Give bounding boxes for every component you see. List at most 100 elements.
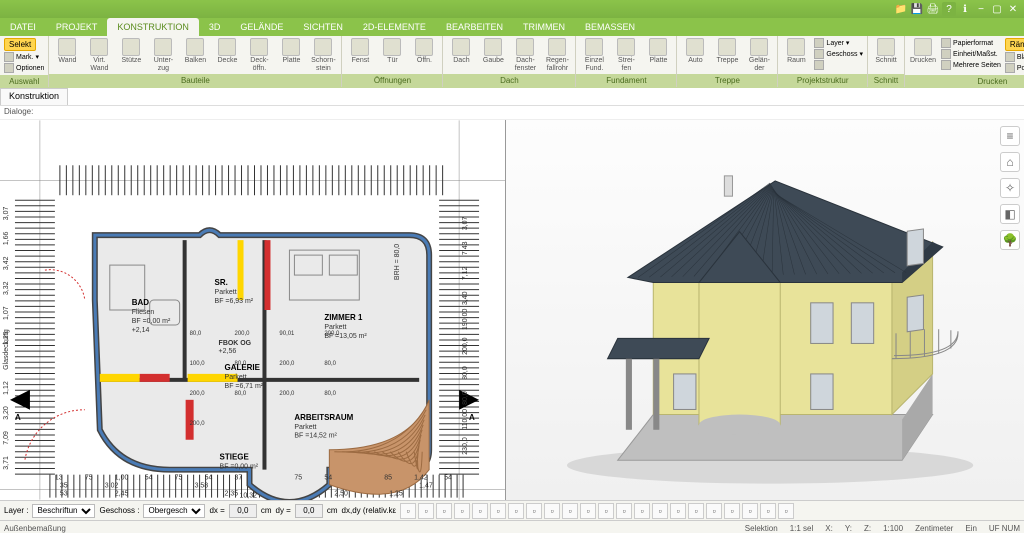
close-icon[interactable]: ✕ [1006, 2, 1020, 16]
ribbon-stack-item[interactable] [814, 60, 863, 70]
ribbon-regen-fallrohr[interactable]: Regen-fallrohr [543, 38, 571, 72]
menu-tab-trimmen[interactable]: TRIMMEN [513, 18, 575, 36]
svg-text:3,20: 3,20 [3, 406, 10, 420]
ribbon-stack-item[interactable]: Pos zurücksetz. [1005, 63, 1024, 73]
minimize-icon[interactable]: − [974, 2, 988, 16]
menu-tab-gelände[interactable]: GELÄNDE [230, 18, 293, 36]
grid3-icon[interactable]: ▫ [706, 503, 722, 519]
dim1-icon[interactable]: ▫ [526, 503, 542, 519]
menu-tab-2d-elemente[interactable]: 2D-ELEMENTE [353, 18, 436, 36]
grid2-icon[interactable]: ▫ [688, 503, 704, 519]
ribbon-strei-fen[interactable]: Strei-fen [612, 38, 640, 72]
svg-text:3,40: 3,40 [462, 291, 469, 305]
ribbon-t-r[interactable]: Tür [378, 38, 406, 65]
ribbon-gel-n-der[interactable]: Gelän-der [745, 38, 773, 72]
menu-tab-3d[interactable]: 3D [199, 18, 231, 36]
geschoss-select[interactable]: Obergesch [143, 504, 205, 518]
ruler-icon[interactable]: ▫ [508, 503, 524, 519]
ribbon-stack-item[interactable]: Einheit/Maßst. [941, 49, 1001, 59]
ribbon-platte[interactable]: Platte [277, 38, 305, 65]
v1-icon[interactable]: ▫ [742, 503, 758, 519]
ribbon--ffn-[interactable]: Öffn. [410, 38, 438, 65]
ribbon-stack-item[interactable]: Papierformat [941, 38, 1001, 48]
ribbon-balken[interactable]: Balken [181, 38, 209, 65]
dim2-icon[interactable]: ▫ [544, 503, 560, 519]
ribbon-group-drucken: Drucken PapierformatEinheit/Maßst.Mehrere… [905, 36, 1024, 87]
save-icon[interactable]: 💾 [910, 2, 924, 16]
status-x: X: [825, 524, 833, 533]
align-justify-icon[interactable]: ▫ [454, 503, 470, 519]
ribbon-decke[interactable]: Decke [213, 38, 241, 65]
ribbon-gaube[interactable]: Gaube [479, 38, 507, 65]
svg-text:Parkett: Parkett [324, 324, 346, 331]
ribbon-st-tze[interactable]: Stütze [117, 38, 145, 65]
view-3d[interactable]: ≡ ⌂ ✧ ◧ 🌳 [506, 120, 1024, 500]
view-2d[interactable]: A A BADFliesenBF =0,00 m²+2,14SR.Parkett… [0, 120, 506, 500]
document-tab[interactable]: Konstruktion [0, 88, 68, 105]
abc-icon[interactable]: ▫ [490, 503, 506, 519]
dx-input[interactable] [229, 504, 257, 518]
layers-icon[interactable]: ▫ [580, 503, 596, 519]
ribbon-drucken[interactable]: Drucken [909, 38, 937, 65]
ribbon-platte[interactable]: Platte [644, 38, 672, 65]
maximize-icon[interactable]: ▢ [990, 2, 1004, 16]
ribbon-stack-item[interactable]: Mehrere Seiten [941, 60, 1001, 70]
ribbon-unter-zug[interactable]: Unter-zug [149, 38, 177, 72]
layer-select[interactable]: Beschriftun [32, 504, 95, 518]
ribbon-dach[interactable]: Dach [447, 38, 475, 65]
ribbon-stack: Ränder einblend.Blatt position.Pos zurüc… [1005, 38, 1024, 73]
v2-icon[interactable]: ▫ [760, 503, 776, 519]
ribbon-stack-item[interactable]: Mark. ▾ [4, 52, 44, 62]
grid1-icon[interactable]: ▫ [670, 503, 686, 519]
ribbon-stack-item[interactable]: Blatt position. [1005, 52, 1024, 62]
house-icon[interactable]: ⌂ [1000, 152, 1020, 172]
align-right-icon[interactable]: ▫ [436, 503, 452, 519]
dy-input[interactable] [295, 504, 323, 518]
svg-text:200,0: 200,0 [279, 361, 295, 367]
wire-icon[interactable]: ▫ [616, 503, 632, 519]
hidden-icon[interactable]: ▫ [634, 503, 650, 519]
print-icon[interactable]: 🖨 [926, 2, 940, 16]
help-icon[interactable]: ? [942, 2, 956, 16]
v3-icon[interactable]: ▫ [778, 503, 794, 519]
svg-text:A: A [15, 413, 21, 422]
ribbon-group-projektstruktur: RaumLayer ▾Geschoss ▾Projektstruktur [778, 36, 868, 87]
ribbon-stack-item[interactable]: Optionen [4, 63, 44, 73]
ribbon-virt-wand[interactable]: Virt.Wand [85, 38, 113, 72]
ribbon-stack-item[interactable]: Layer ▾ [814, 38, 863, 48]
ribbon-auto[interactable]: Auto [681, 38, 709, 65]
align-left-icon[interactable]: ▫ [400, 503, 416, 519]
ribbon-einzel-fund-[interactable]: EinzelFund. [580, 38, 608, 72]
ribbon-schnitt[interactable]: Schnitt [872, 38, 900, 65]
menu-tab-bemassen[interactable]: BEMASSEN [575, 18, 645, 36]
menu-tab-konstruktion[interactable]: KONSTRUKTION [107, 18, 199, 36]
menu-tab-sichten[interactable]: SICHTEN [293, 18, 353, 36]
ribbon-fenst[interactable]: Fenst [346, 38, 374, 65]
dot-icon[interactable]: ▫ [652, 503, 668, 519]
folder-icon[interactable]: 📁 [894, 2, 908, 16]
solid-icon[interactable]: ▫ [598, 503, 614, 519]
ribbon-treppe[interactable]: Treppe [713, 38, 741, 65]
zoom-icon[interactable]: ▫ [724, 503, 740, 519]
coord-mode[interactable]: dx,dy (relativ.kε [342, 506, 397, 515]
ribbon-schorn-stein[interactable]: Schorn-stein [309, 38, 337, 72]
ribbon-deck-ffn-[interactable]: Deck-öffn. [245, 38, 273, 72]
text-icon[interactable]: ▫ [472, 503, 488, 519]
menu-tab-projekt[interactable]: PROJEKT [46, 18, 108, 36]
cube-icon[interactable]: ◧ [1000, 204, 1020, 224]
menu-tab-datei[interactable]: DATEI [0, 18, 46, 36]
ribbon-group-label: Fundament [576, 74, 676, 87]
ribbon-dach-fenster[interactable]: Dach-fenster [511, 38, 539, 72]
ribbon-stack-item[interactable]: Selekt [4, 38, 44, 51]
align-center-icon[interactable]: ▫ [418, 503, 434, 519]
ribbon-stack-item[interactable]: Ränder einblend. [1005, 38, 1024, 51]
color-icon[interactable]: ▫ [562, 503, 578, 519]
ribbon-raum[interactable]: Raum [782, 38, 810, 65]
tree-icon[interactable]: 🌳 [1000, 230, 1020, 250]
menu-tab-bearbeiten[interactable]: BEARBEITEN [436, 18, 513, 36]
ribbon-stack-item[interactable]: Geschoss ▾ [814, 49, 863, 59]
ribbon-wand[interactable]: Wand [53, 38, 81, 65]
compass-icon[interactable]: ✧ [1000, 178, 1020, 198]
layers-icon[interactable]: ≡ [1000, 126, 1020, 146]
info-icon[interactable]: ℹ [958, 2, 972, 16]
